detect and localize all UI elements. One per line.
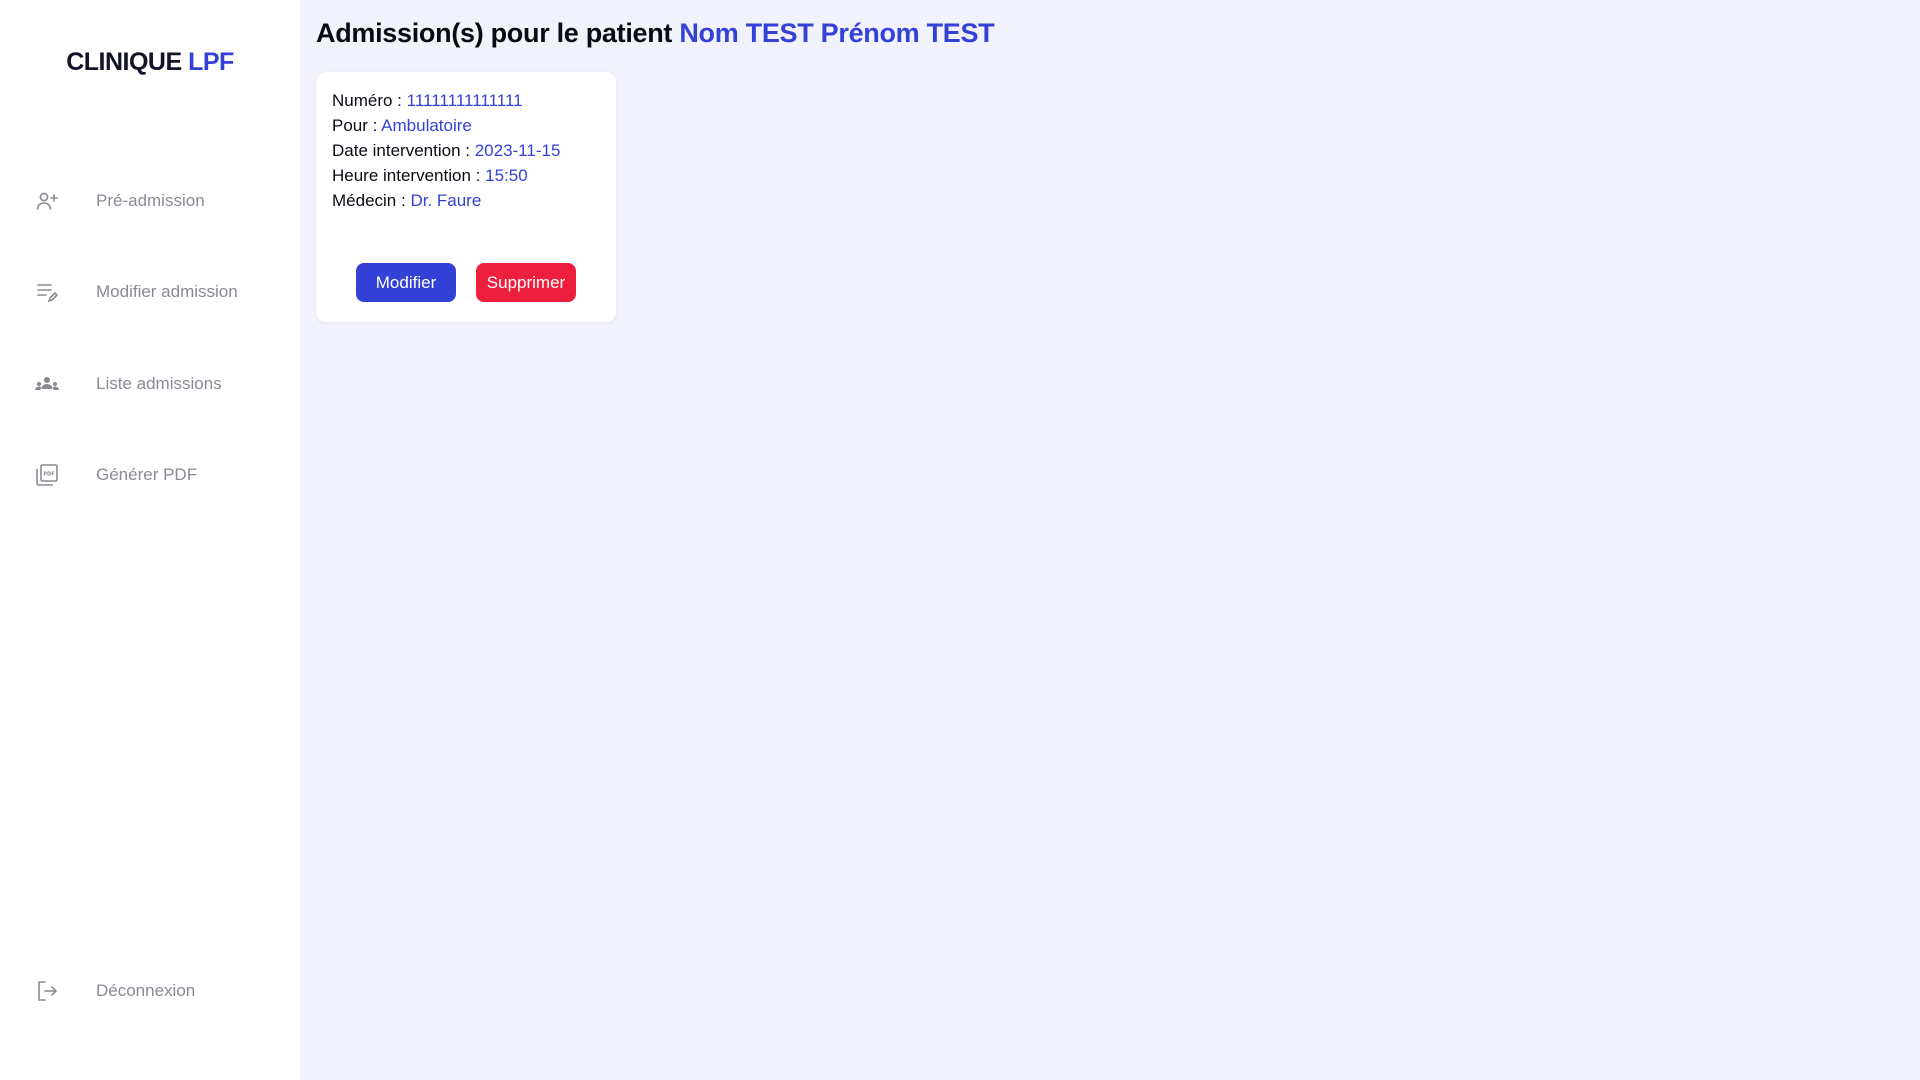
- delete-button[interactable]: Supprimer: [476, 263, 576, 302]
- card-actions: Modifier Supprimer: [316, 263, 616, 302]
- pdf-file-icon: PDF: [34, 462, 60, 488]
- nav-item-modifier-admission[interactable]: Modifier admission: [0, 264, 300, 320]
- field-label: Pour :: [332, 116, 378, 135]
- page-title: Admission(s) pour le patient Nom TEST Pr…: [316, 18, 995, 49]
- sidebar: CLINIQUE LPF Pré-admission Modifier admi…: [0, 0, 300, 1080]
- modify-button[interactable]: Modifier: [356, 263, 456, 302]
- field-value: Ambulatoire: [381, 116, 472, 135]
- field-medecin: Médecin : Dr. Faure: [332, 188, 600, 213]
- field-value: Dr. Faure: [410, 191, 482, 210]
- nav-item-label: Déconnexion: [96, 981, 196, 1000]
- field-value: 11111111111111: [406, 91, 523, 110]
- page-title-prefix: Admission(s) pour le patient: [316, 18, 673, 48]
- nav-item-label: Liste admissions: [96, 374, 222, 393]
- patient-name: Nom TEST Prénom TEST: [679, 18, 995, 48]
- nav-item-generer-pdf[interactable]: PDF Générer PDF: [0, 447, 300, 503]
- field-value: 2023-11-15: [474, 141, 561, 160]
- field-label: Heure intervention :: [332, 166, 481, 185]
- nav-item-deconnexion[interactable]: Déconnexion: [0, 963, 300, 1019]
- brand-name: CLINIQUE: [66, 48, 182, 76]
- field-value: 15:50: [485, 166, 528, 185]
- user-plus-icon: [34, 188, 60, 214]
- brand-accent: LPF: [188, 48, 234, 76]
- field-heure-intervention: Heure intervention : 15:50: [332, 163, 600, 188]
- field-label: Numéro :: [332, 91, 402, 110]
- nav-item-label: Modifier admission: [96, 282, 238, 301]
- nav-item-liste-admissions[interactable]: Liste admissions: [0, 356, 300, 412]
- field-pour: Pour : Ambulatoire: [332, 113, 600, 138]
- svg-text:PDF: PDF: [43, 472, 54, 478]
- nav-item-pre-admission[interactable]: Pré-admission: [0, 173, 300, 229]
- brand-logo[interactable]: CLINIQUE LPF: [0, 48, 300, 77]
- admission-card: Numéro : 11111111111111 Pour : Ambulatoi…: [316, 72, 616, 322]
- nav-item-label: Pré-admission: [96, 191, 205, 210]
- field-label: Date intervention :: [332, 141, 470, 160]
- group-icon: [34, 371, 60, 397]
- logout-icon: [34, 978, 60, 1004]
- main-content: Admission(s) pour le patient Nom TEST Pr…: [300, 0, 1920, 1080]
- list-edit-icon: [34, 279, 60, 305]
- field-label: Médecin :: [332, 191, 406, 210]
- field-numero: Numéro : 11111111111111: [332, 88, 600, 113]
- nav-item-label: Générer PDF: [96, 465, 198, 484]
- field-date-intervention: Date intervention : 2023-11-15: [332, 138, 600, 163]
